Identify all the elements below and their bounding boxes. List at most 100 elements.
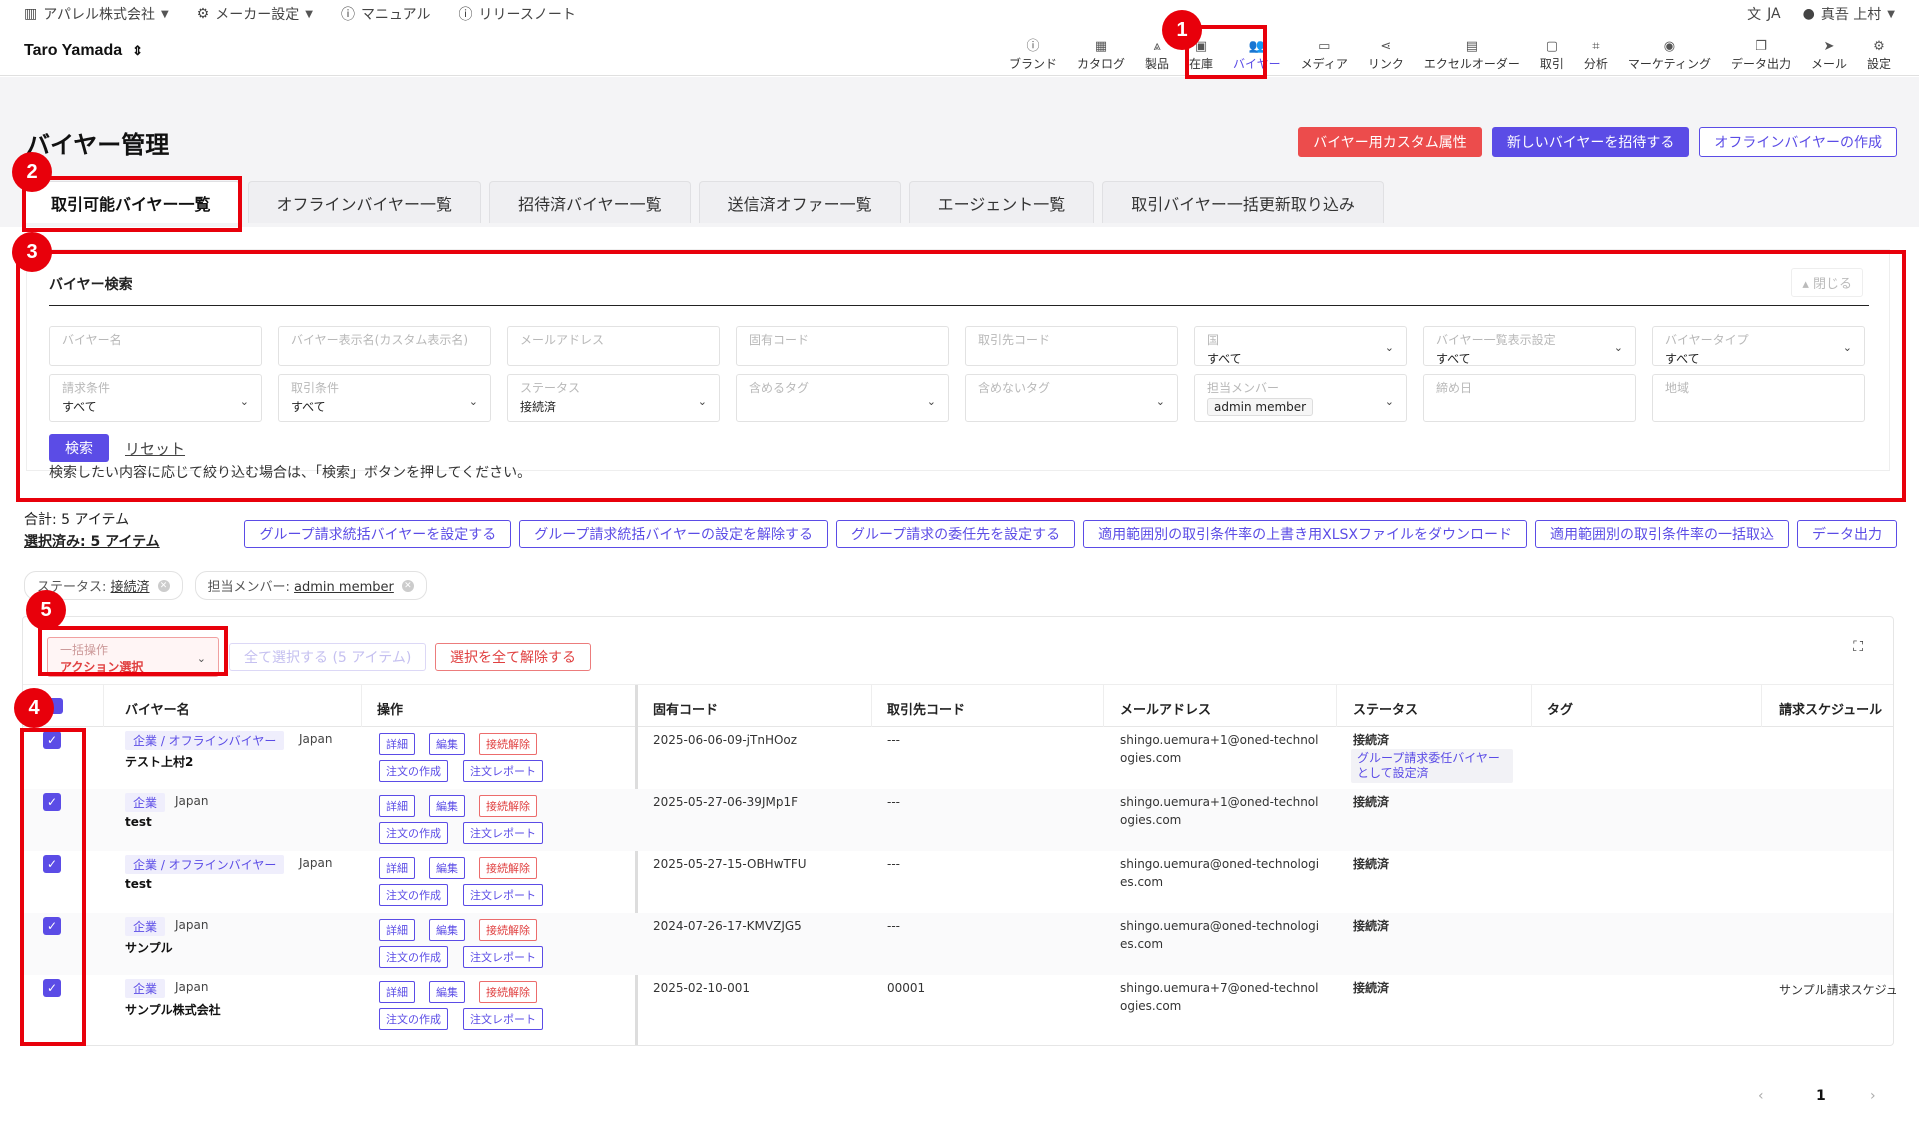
create-order-button[interactable]: 注文の作成 <box>379 1008 448 1030</box>
set-billing-delegate-button[interactable]: グループ請求の委任先を設定する <box>835 520 1076 548</box>
nav-media[interactable]: ▭ メディア <box>1291 32 1358 72</box>
filter-chip-member[interactable]: 担当メンバー: admin member ✕ <box>194 571 427 600</box>
list-display-select[interactable]: バイヤー一覧表示設定 すべて ⌄ <box>1423 326 1636 366</box>
buyer-name[interactable]: test <box>125 815 152 829</box>
detail-button[interactable]: 詳細 <box>379 733 415 755</box>
order-report-button[interactable]: 注文レポート <box>463 946 543 968</box>
order-report-button[interactable]: 注文レポート <box>463 822 543 844</box>
select-all-button[interactable]: 全て選択する (5 アイテム) <box>229 643 427 671</box>
buyer-name[interactable]: test <box>125 877 152 891</box>
disconnect-button[interactable]: 接続解除 <box>479 919 537 941</box>
create-order-button[interactable]: 注文の作成 <box>379 760 448 782</box>
nav-buyers[interactable]: 👥 バイヤー <box>1223 32 1291 72</box>
bulk-action-select[interactable]: 一括操作 アクション選択 ⌄ <box>47 637 219 677</box>
tab-bulk-update-import[interactable]: 取引バイヤー一括更新取り込み <box>1102 181 1384 223</box>
detail-button[interactable]: 詳細 <box>379 919 415 941</box>
edit-button[interactable]: 編集 <box>429 733 465 755</box>
detail-button[interactable]: 詳細 <box>379 795 415 817</box>
partner-code-input[interactable]: 取引先コード <box>965 326 1178 366</box>
create-offline-buyer-button[interactable]: オフラインバイヤーの作成 <box>1699 127 1897 157</box>
row-checkbox[interactable]: ✓ <box>43 979 61 997</box>
tab-offline-buyers[interactable]: オフラインバイヤー一覧 <box>247 181 482 223</box>
unset-group-billing-buyer-button[interactable]: グループ請求統括バイヤーの設定を解除する <box>519 520 828 548</box>
tab-tradable-buyers[interactable]: 取引可能バイヤー一覧 <box>22 181 240 223</box>
search-close-button[interactable]: ▴ 閉じる <box>1791 268 1863 297</box>
row-checkbox[interactable]: ✓ <box>43 793 61 811</box>
manual-link[interactable]: ⓘ マニュアル <box>341 4 431 24</box>
reset-link[interactable]: リセット <box>125 438 185 459</box>
unique-code-input[interactable]: 固有コード <box>736 326 949 366</box>
search-button[interactable]: 検索 <box>49 434 109 462</box>
disconnect-button[interactable]: 接続解除 <box>479 981 537 1003</box>
edit-button[interactable]: 編集 <box>429 981 465 1003</box>
exclude-tags-select[interactable]: 含めないタグ ⌄ <box>965 374 1178 422</box>
detail-button[interactable]: 詳細 <box>379 981 415 1003</box>
country-select[interactable]: 国すべて ⌄ <box>1194 326 1407 366</box>
order-report-button[interactable]: 注文レポート <box>463 760 543 782</box>
row-checkbox[interactable]: ✓ <box>43 917 61 935</box>
create-order-button[interactable]: 注文の作成 <box>379 884 448 906</box>
release-notes-link[interactable]: ⓘ リリースノート <box>459 4 576 24</box>
email-input[interactable]: メールアドレス <box>507 326 720 366</box>
close-icon[interactable]: ✕ <box>157 579 170 592</box>
disconnect-button[interactable]: 接続解除 <box>479 733 537 755</box>
data-export-button[interactable]: データ出力 <box>1797 520 1897 548</box>
tab-sent-offers[interactable]: 送信済オファー一覧 <box>698 181 901 223</box>
set-group-billing-buyer-button[interactable]: グループ請求統括バイヤーを設定する <box>244 520 512 548</box>
edit-button[interactable]: 編集 <box>429 795 465 817</box>
row-checkbox[interactable]: ✓ <box>43 855 61 873</box>
deselect-all-button[interactable]: 選択を全て解除する <box>435 643 591 671</box>
detail-button[interactable]: 詳細 <box>379 857 415 879</box>
order-report-button[interactable]: 注文レポート <box>463 884 543 906</box>
nav-transactions[interactable]: ▢ 取引 <box>1530 32 1574 72</box>
page-number[interactable]: 1 <box>1816 1088 1826 1104</box>
row-checkbox[interactable]: ✓ <box>43 731 61 749</box>
prev-page-button[interactable]: ‹ <box>1758 1088 1764 1104</box>
next-page-button[interactable]: › <box>1870 1088 1876 1104</box>
import-terms-button[interactable]: 適用範囲別の取引条件率の一括取込 <box>1535 520 1789 548</box>
edit-button[interactable]: 編集 <box>429 857 465 879</box>
account-switcher[interactable]: Taro Yamada ⇕ <box>24 42 143 60</box>
invite-buyer-button[interactable]: 新しいバイヤーを招待する <box>1491 127 1690 157</box>
edit-button[interactable]: 編集 <box>429 919 465 941</box>
member-select[interactable]: 担当メンバー admin member ⌄ <box>1194 374 1407 422</box>
closing-date-input[interactable]: 締め日 <box>1423 374 1636 422</box>
custom-attributes-button[interactable]: バイヤー用カスタム属性 <box>1298 127 1482 157</box>
user-menu[interactable]: ● 真吾 上村 ▼ <box>1803 4 1895 24</box>
create-order-button[interactable]: 注文の作成 <box>379 822 448 844</box>
buyer-name[interactable]: サンプル株式会社 <box>125 1001 221 1018</box>
nav-catalog[interactable]: ▦ カタログ <box>1067 32 1135 72</box>
buyer-name[interactable]: テスト上村2 <box>125 753 193 770</box>
disconnect-button[interactable]: 接続解除 <box>479 857 537 879</box>
buyer-name[interactable]: サンプル <box>125 939 173 956</box>
include-tags-select[interactable]: 含めるタグ ⌄ <box>736 374 949 422</box>
expand-icon[interactable]: ⛶ <box>1853 639 1863 655</box>
region-input[interactable]: 地域 <box>1652 374 1865 422</box>
nav-data-export[interactable]: ❐ データ出力 <box>1721 32 1801 72</box>
maker-settings-menu[interactable]: ⚙ メーカー設定 ▼ <box>197 4 313 24</box>
buyer-name-input[interactable]: バイヤー名 <box>49 326 262 366</box>
create-order-button[interactable]: 注文の作成 <box>379 946 448 968</box>
display-name-input[interactable]: バイヤー表示名(カスタム表示名) <box>278 326 491 366</box>
status-select[interactable]: ステータス 接続済 ⌄ <box>507 374 720 422</box>
selected-count[interactable]: 選択済み: 5 アイテム <box>24 531 160 553</box>
language-switcher[interactable]: 文 JA <box>1747 4 1780 24</box>
terms-select[interactable]: 取引条件 すべて ⌄ <box>278 374 491 422</box>
billing-select[interactable]: 請求条件 すべて ⌄ <box>49 374 262 422</box>
company-switcher[interactable]: ▥ アパレル株式会社 ▼ <box>24 4 169 24</box>
nav-analytics[interactable]: ⌗ 分析 <box>1574 32 1618 72</box>
tab-agents[interactable]: エージェント一覧 <box>908 181 1095 223</box>
order-report-button[interactable]: 注文レポート <box>463 1008 543 1030</box>
nav-excel-order[interactable]: ▤ エクセルオーダー <box>1414 32 1530 72</box>
download-terms-xlsx-button[interactable]: 適用範囲別の取引条件率の上書き用XLSXファイルをダウンロード <box>1083 520 1527 548</box>
disconnect-button[interactable]: 接続解除 <box>479 795 537 817</box>
buyer-type-select[interactable]: バイヤータイプ すべて ⌄ <box>1652 326 1865 366</box>
close-icon[interactable]: ✕ <box>401 579 414 592</box>
partner-code: --- <box>887 795 900 809</box>
tab-invited-buyers[interactable]: 招待済バイヤー一覧 <box>489 181 691 223</box>
nav-settings[interactable]: ⚙ 設定 <box>1857 32 1901 72</box>
nav-marketing[interactable]: ◉ マーケティング <box>1618 32 1721 72</box>
nav-mail[interactable]: ➤ メール <box>1801 32 1857 72</box>
nav-link[interactable]: ⋖ リンク <box>1358 32 1414 72</box>
nav-brand[interactable]: ⓘ ブランド <box>999 32 1067 72</box>
